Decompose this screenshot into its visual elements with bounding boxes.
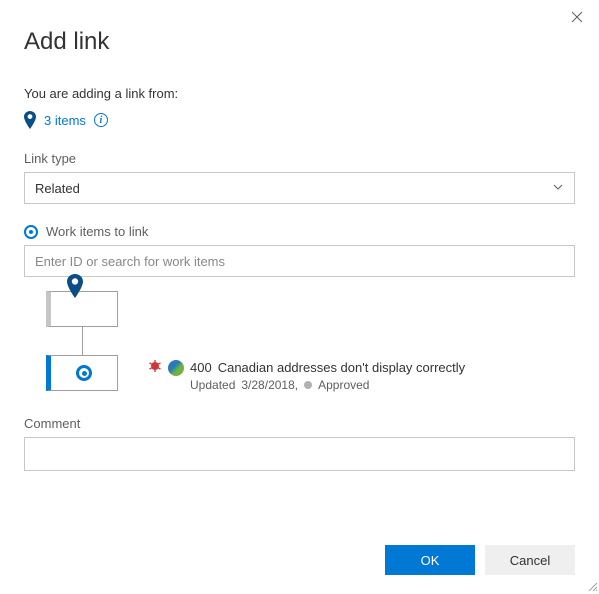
chevron-down-icon: [552, 181, 564, 196]
close-button[interactable]: [565, 6, 589, 30]
connector-line: [82, 327, 83, 355]
updated-label: Updated: [190, 378, 235, 392]
target-icon: [76, 365, 92, 381]
work-item-details: 400 Canadian addresses don't display cor…: [148, 291, 465, 392]
work-items-label: Work items to link: [46, 224, 148, 239]
pin-icon: [24, 111, 36, 129]
source-node: [46, 291, 118, 327]
cancel-button[interactable]: Cancel: [485, 545, 575, 575]
target-icon: [24, 225, 38, 239]
dialog-title: Add link: [24, 28, 575, 56]
items-count: 3 items: [44, 113, 86, 128]
resize-grip-icon: [585, 579, 597, 591]
intro-text: You are adding a link from:: [24, 86, 575, 101]
avatar: [168, 360, 184, 376]
comment-input[interactable]: [24, 437, 575, 471]
work-item-state: Approved: [318, 378, 369, 392]
link-type-value: Related: [35, 181, 80, 196]
pin-icon: [67, 274, 83, 301]
ok-button[interactable]: OK: [385, 545, 475, 575]
work-item-title: Canadian addresses don't display correct…: [218, 360, 465, 375]
updated-date: 3/28/2018,: [241, 378, 298, 392]
link-type-label: Link type: [24, 151, 575, 166]
close-icon: [571, 10, 583, 26]
state-dot-icon: [304, 381, 312, 389]
dialog-footer: OK Cancel: [385, 545, 575, 575]
link-diagram: 400 Canadian addresses don't display cor…: [24, 291, 575, 392]
bug-icon: [148, 359, 162, 376]
work-item-id: 400: [190, 360, 212, 375]
work-items-header: Work items to link: [24, 224, 575, 239]
target-node: [46, 355, 118, 391]
source-items-row: 3 items i: [24, 111, 575, 129]
info-icon[interactable]: i: [94, 113, 108, 127]
tree-column: [46, 291, 118, 391]
link-type-select[interactable]: Related: [24, 172, 575, 204]
comment-label: Comment: [24, 416, 575, 431]
work-items-search-input[interactable]: [24, 245, 575, 277]
